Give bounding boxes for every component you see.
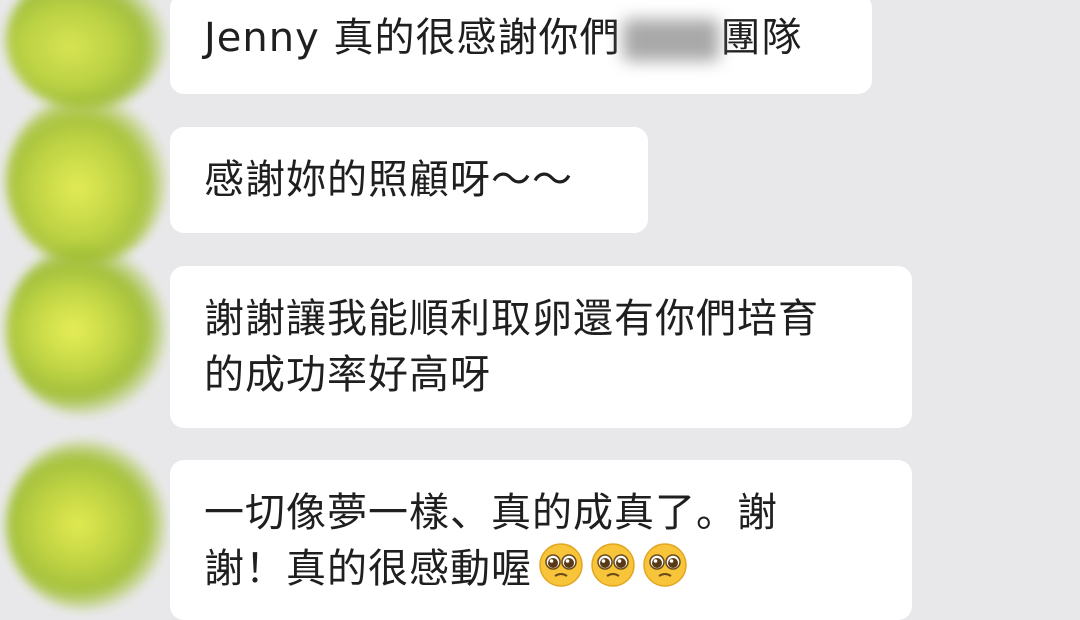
message-text: Jenny 真的很感謝你們 (204, 15, 621, 61)
redacted-text (622, 19, 719, 61)
pleading-face-icon (538, 542, 584, 588)
pleading-face-icon (590, 542, 636, 588)
message-bubble[interactable]: 一切像夢一樣、真的成真了。謝 謝！真的很感動喔 (170, 460, 912, 620)
chat-area: Jenny 真的很感謝你們 團隊 感謝妳的照顧呀～～ 謝謝讓我能順利取卵還有你們培… (0, 0, 1080, 620)
pleading-face-icon (642, 542, 688, 588)
message-text-line: 謝！真的很感動喔 (204, 546, 532, 592)
sender-avatar[interactable] (6, 245, 166, 415)
message-text: 感謝妳的照顧呀～～ (204, 157, 573, 203)
message-bubble[interactable]: 謝謝讓我能順利取卵還有你們培育 的成功率好高呀 (170, 266, 912, 428)
message-text-line: 謝謝讓我能順利取卵還有你們培育 (204, 296, 819, 342)
message-text-line: 一切像夢一樣、真的成真了。謝 (204, 490, 778, 536)
message-bubble[interactable]: Jenny 真的很感謝你們 團隊 (170, 0, 872, 94)
message-text: 團隊 (720, 15, 803, 61)
sender-avatar[interactable] (6, 440, 166, 610)
sender-avatar[interactable] (6, 95, 166, 265)
sender-avatar[interactable] (6, 0, 166, 110)
message-bubble[interactable]: 感謝妳的照顧呀～～ (170, 127, 648, 233)
message-text-line: 的成功率好高呀 (204, 352, 491, 398)
